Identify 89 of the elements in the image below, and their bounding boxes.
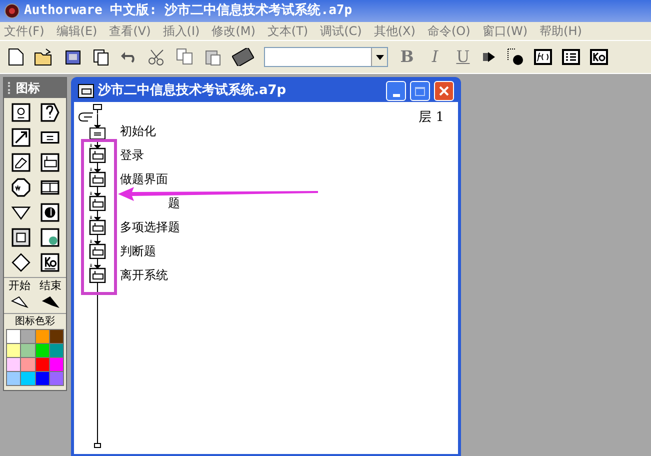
color-swatch[interactable] [7, 330, 20, 343]
map-icon [78, 84, 94, 98]
text-style-button[interactable]: B [398, 45, 416, 69]
close-button[interactable] [434, 81, 454, 101]
copy-pages-icon[interactable] [92, 48, 110, 66]
function-window-icon[interactable] [534, 49, 552, 65]
display-icon[interactable] [10, 103, 30, 122]
window-title: Authorware 中文版: 沙市二中信息技术考试系统.a7p [24, 2, 352, 20]
level-label: 层 1 [418, 109, 444, 127]
motion-icon[interactable] [10, 128, 30, 147]
color-swatch[interactable] [7, 358, 20, 371]
icon-label: 题 [167, 196, 180, 211]
save-library-icon[interactable] [64, 48, 82, 66]
icon-label: 做题界面 [120, 172, 168, 187]
color-swatch[interactable] [50, 372, 63, 385]
play-icon[interactable] [482, 51, 496, 63]
menu-item[interactable]: 帮助(H) [540, 22, 582, 40]
map-icon[interactable] [40, 153, 60, 172]
text-style-button[interactable]: U [454, 45, 472, 69]
menu-item[interactable]: 文本(T) [267, 22, 308, 40]
pointing-hand-icon [78, 112, 94, 122]
icon-label: 判断题 [120, 244, 156, 259]
menu-item[interactable]: 命令(O) [427, 22, 470, 40]
copy-icon[interactable] [176, 48, 194, 66]
calculation-icon[interactable] [89, 124, 106, 139]
menu-item[interactable]: 编辑(E) [56, 22, 98, 40]
trace-icon[interactable] [506, 48, 524, 66]
movie-icon[interactable] [40, 178, 60, 197]
map-icon[interactable] [89, 168, 106, 187]
erase-icon[interactable] [10, 153, 30, 172]
color-swatch[interactable] [50, 330, 63, 343]
window-title: 沙市二中信息技术考试系统.a7p [98, 82, 286, 100]
text-style-button[interactable]: I [426, 45, 444, 69]
map-icon[interactable] [89, 144, 106, 163]
interaction-icon[interactable] [40, 103, 60, 122]
open-folder-icon[interactable] [34, 48, 54, 66]
color-swatch[interactable] [50, 344, 63, 357]
dropdown-arrow-icon [376, 54, 384, 60]
navigate-icon[interactable] [10, 253, 30, 272]
menu-item[interactable]: 查看(V) [109, 22, 151, 40]
start-flag-icon[interactable] [10, 295, 30, 309]
icon-label: 多项选择题 [120, 220, 180, 235]
color-swatch[interactable] [21, 344, 34, 357]
flowline-end-marker [94, 443, 101, 448]
menu-item[interactable]: 其他(X) [374, 22, 416, 40]
color-swatch[interactable] [50, 358, 63, 371]
map-icon[interactable] [89, 192, 106, 211]
color-swatch[interactable] [7, 372, 20, 385]
sound-icon[interactable] [40, 203, 60, 222]
color-swatch[interactable] [21, 358, 34, 371]
minimize-button[interactable] [386, 81, 406, 101]
color-swatch[interactable] [7, 344, 20, 357]
knowledge-object-icon[interactable] [40, 253, 60, 272]
dvd-icon[interactable] [40, 228, 60, 247]
palette-title: 图标 [16, 80, 40, 97]
color-swatch[interactable] [36, 344, 49, 357]
color-swatch[interactable] [36, 358, 49, 371]
wait-icon[interactable] [10, 178, 30, 197]
map-icon[interactable] [89, 240, 106, 259]
new-file-icon[interactable] [8, 48, 24, 66]
knowledge-object-icon[interactable] [590, 49, 608, 65]
close-icon [439, 86, 449, 96]
scissors-icon[interactable] [148, 48, 166, 66]
menu-item[interactable]: 文件(F) [4, 22, 44, 40]
flag-label: 结束 [40, 279, 62, 292]
color-swatch[interactable] [21, 372, 34, 385]
find-icon[interactable] [232, 48, 254, 66]
framework-icon[interactable] [10, 228, 30, 247]
color-swatch[interactable] [36, 330, 49, 343]
icon-label: 离开系统 [120, 268, 168, 283]
menu-item[interactable]: 修改(M) [212, 22, 256, 40]
menu-item[interactable]: 窗口(W) [482, 22, 528, 40]
grip-icon[interactable] [8, 82, 12, 94]
variables-window-icon[interactable] [562, 49, 580, 65]
font-dropdown[interactable] [264, 47, 388, 67]
map-icon[interactable] [89, 264, 106, 283]
color-swatch[interactable] [36, 372, 49, 385]
icon-label: 登录 [120, 148, 144, 163]
stop-flag-icon[interactable] [40, 295, 60, 309]
paste-icon[interactable] [204, 48, 222, 66]
color-swatch[interactable] [21, 330, 34, 343]
app-icon [4, 3, 20, 19]
flag-label: 开始 [8, 279, 30, 292]
map-icon[interactable] [89, 216, 106, 235]
menu-item[interactable]: 调试(C) [320, 22, 362, 40]
maximize-button[interactable] [410, 81, 430, 101]
icon-label: 初始化 [120, 124, 156, 139]
menu-item[interactable]: 插入(I) [162, 22, 200, 40]
colors-label: 图标色彩 [14, 315, 56, 329]
